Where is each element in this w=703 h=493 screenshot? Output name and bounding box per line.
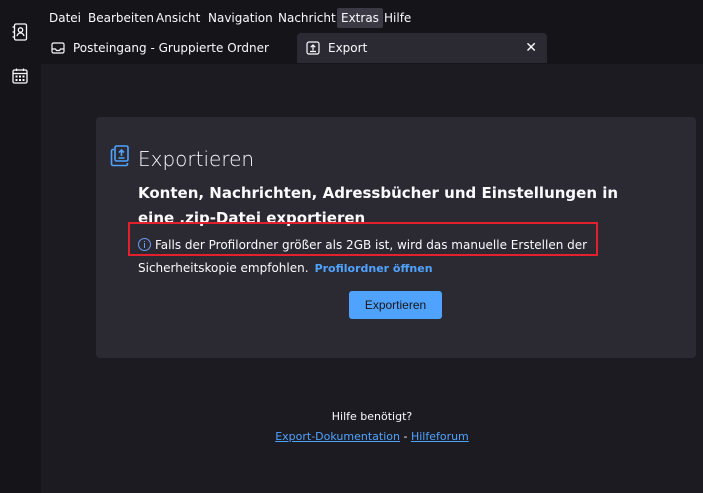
tab-label: Export (328, 41, 368, 55)
export-button[interactable]: Exportieren (349, 291, 442, 319)
menu-datei[interactable]: Datei (45, 8, 85, 28)
help-question: Hilfe benötigt? (331, 410, 413, 423)
export-documentation-link[interactable]: Export-Dokumentation (275, 430, 400, 443)
close-icon[interactable]: ✕ (525, 40, 537, 56)
menu-extras[interactable]: Extras (337, 8, 383, 28)
export-page: Exportieren Konten, Nachrichten, Adressb… (41, 64, 703, 493)
highlight-box (128, 222, 598, 256)
calendar-icon[interactable] (10, 66, 30, 86)
export-title: Exportieren (138, 147, 255, 171)
open-profile-folder-link[interactable]: Profilordner öffnen (315, 262, 433, 275)
inbox-icon (51, 41, 65, 55)
help-separator: - (399, 430, 411, 443)
help-links: Export-Dokumentation - Hilfeforum (41, 430, 703, 443)
export-icon (306, 41, 320, 55)
menu-ansicht[interactable]: Ansicht (152, 8, 204, 28)
help-forum-link[interactable]: Hilfeforum (411, 430, 469, 443)
tab-bar: Posteingang - Gruppierte Ordner Export ✕ (41, 31, 703, 64)
spaces-toolbar (0, 0, 41, 493)
menu-navigation[interactable]: Navigation (204, 8, 277, 28)
tab-inbox[interactable]: Posteingang - Gruppierte Ordner (51, 33, 291, 63)
address-book-icon[interactable] (10, 22, 30, 42)
tab-export[interactable]: Export ✕ (297, 33, 547, 63)
menu-bearbeiten[interactable]: Bearbeiten (84, 8, 158, 28)
menu-nachricht[interactable]: Nachricht (274, 8, 340, 28)
export-header-icon (110, 145, 130, 171)
menu-hilfe[interactable]: Hilfe (380, 8, 415, 28)
tab-label: Posteingang - Gruppierte Ordner (73, 41, 269, 55)
